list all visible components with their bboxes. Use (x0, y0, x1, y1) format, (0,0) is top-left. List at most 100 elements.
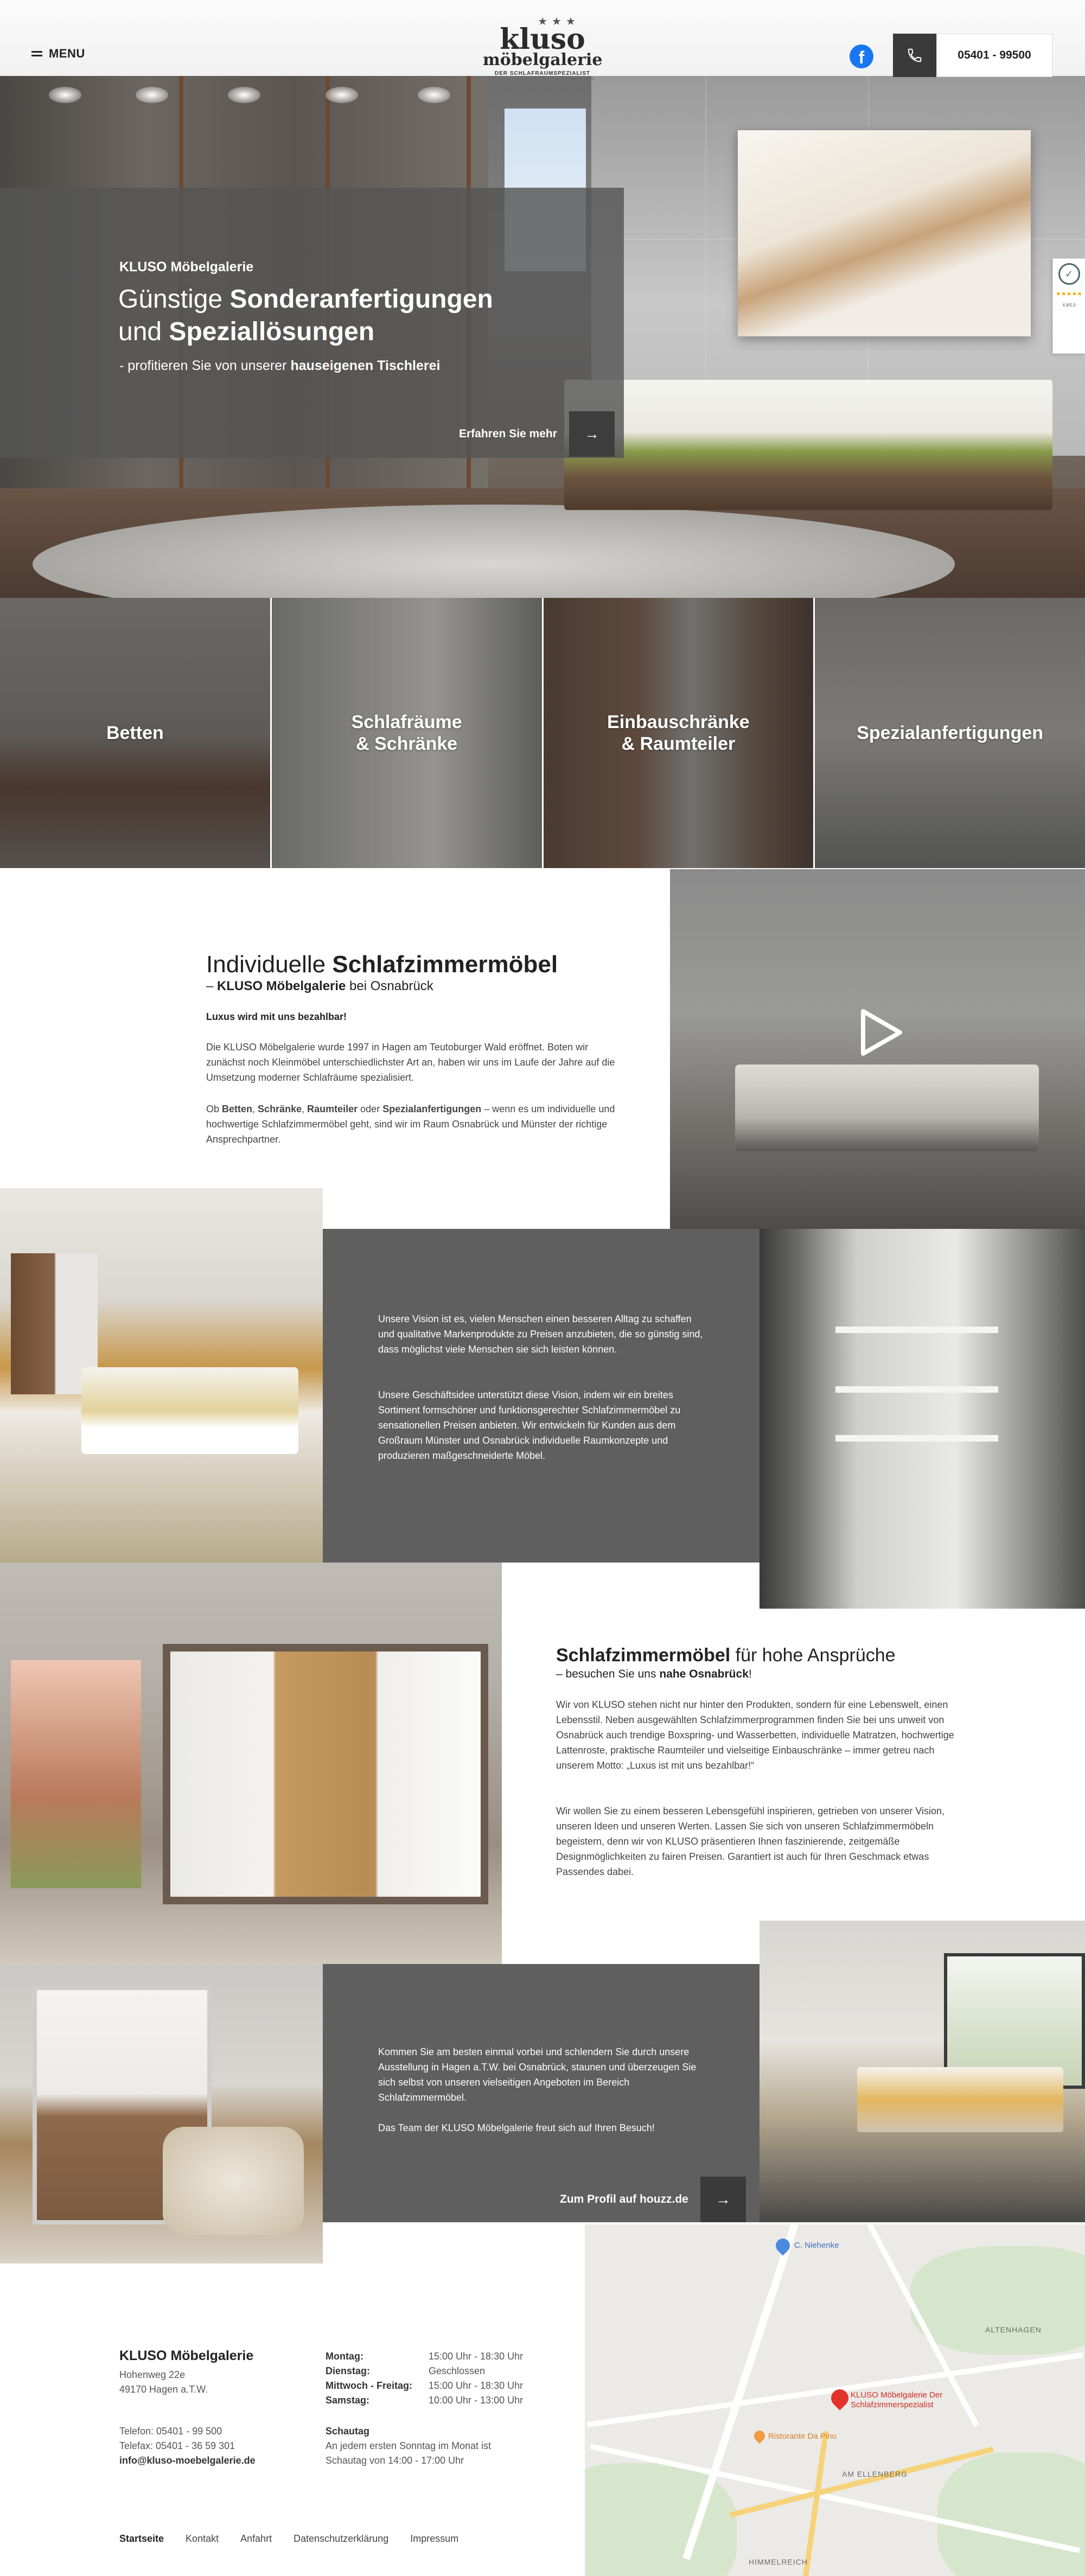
hero-bed (564, 380, 1052, 510)
site-logo[interactable]: ★★★ kluso möbelgalerie DER SCHLAFRAUMSPE… (483, 16, 602, 81)
footer-email-link[interactable]: info@kluso-moebelgalerie.de (119, 2453, 256, 2468)
footer-fax: Telefax: 05401 - 36 59 301 (119, 2440, 235, 2451)
subtitle-plain: – besuchen Sie uns (556, 1668, 660, 1680)
text-bold: Schränke (258, 1104, 302, 1114)
hero-eyebrow: KLUSO Möbelgalerie (119, 259, 254, 275)
schautag-line-2: Schautag von 14:00 - 17:00 Uhr (326, 2455, 464, 2466)
wardrobe-image (760, 1229, 1085, 1609)
category-tile-schlafraeume[interactable]: Schlafräume & Schränke (271, 598, 542, 868)
intro-title: Individuelle Schlafzimmermöbel (206, 951, 558, 979)
phone-number-link[interactable]: 05401 - 99500 (936, 34, 1052, 77)
arrow-right-icon: → (700, 2177, 746, 2222)
footer-link-impressum[interactable]: Impressum (410, 2533, 458, 2545)
category-label: Spezialanfertigungen (857, 723, 1044, 743)
play-icon[interactable] (860, 1009, 903, 1056)
footer-link-anfahrt[interactable]: Anfahrt (240, 2533, 272, 2545)
hours-day: Dienstag: (326, 2365, 371, 2376)
hours-time: 10:00 Uhr - 13:00 Uhr (429, 2395, 524, 2406)
footer-phone[interactable]: Telefon: 05401 - 99 500 (119, 2424, 256, 2439)
hours-row: Dienstag: Geschlossen (326, 2364, 523, 2379)
intro-lead: Luxus wird mit uns bezahlbar! (206, 1011, 347, 1022)
subtitle-end: ! (748, 1668, 752, 1680)
location-map[interactable]: C. Niehenke ALTENHAGEN KLUSO Möbelgaleri… (585, 2224, 1085, 2576)
menu-label: MENU (49, 47, 85, 60)
category-tile-spezialanfertigungen[interactable]: Spezialanfertigungen (815, 598, 1085, 868)
hero-wall-art (738, 130, 1031, 336)
footer-city: 49170 Hagen a.T.W. (119, 2384, 208, 2395)
menu-button[interactable]: MENU (31, 47, 85, 61)
ansprueche-paragraph-2: Wir wollen Sie zu einem besseren Lebensg… (556, 1806, 945, 1877)
category-tile-betten[interactable]: Betten (0, 598, 270, 868)
map-marker-restaurant-icon[interactable] (751, 2428, 768, 2444)
video-player[interactable] (670, 869, 1085, 1229)
site-header: MENU ★★★ kluso möbelgalerie DER SCHLAFRA… (0, 0, 1085, 81)
bedroom-image-2 (760, 1921, 1085, 2222)
hero-subtitle-bold: hauseigenen Tischlerei (290, 358, 441, 373)
category-tile-einbauschraenke[interactable]: Einbauschränke & Raumteiler (543, 598, 814, 868)
category-label: Betten (106, 723, 164, 743)
badge-stars: ★★★★★ (1055, 291, 1083, 297)
footer-nav: Startseite Kontakt Anfahrt Datenschutzer… (119, 2533, 458, 2545)
category-label: Einbauschränke & Raumteiler (607, 712, 750, 754)
houzz-profile-button[interactable]: Zum Profil auf houzz.de → (560, 2177, 746, 2222)
text-span: oder (358, 1104, 383, 1114)
visit-paragraph-1: Kommen Sie am besten einmal vorbei und s… (378, 2046, 697, 2103)
intro-title-bold: Schlafzimmermöbel (332, 951, 558, 978)
schautag-info: Schautag An jedem ersten Sonntag im Mona… (326, 2424, 491, 2468)
intro-subtitle-bold: KLUSO Möbelgalerie (217, 979, 346, 993)
badge-score: 4.8/5.0 (1062, 303, 1076, 308)
subtitle-bold: nahe Osnabrück (659, 1668, 749, 1680)
map-label-restaurant: Ristorante Da Pino (768, 2432, 837, 2441)
text-span: , (252, 1104, 258, 1114)
map-label-ellenberg: AM ELLENBERG (842, 2470, 908, 2478)
visit-paragraph-2: Das Team der KLUSO Möbelgalerie freut si… (378, 2122, 655, 2133)
rating-badge[interactable]: ✓ ★★★★★ 4.8/5.0 (1052, 258, 1085, 354)
hero-cta-label: Erfahren Sie mehr (459, 428, 557, 440)
footer-link-startseite[interactable]: Startseite (119, 2533, 164, 2545)
logo-name: kluso (500, 23, 585, 56)
hero-cta-button[interactable]: Erfahren Sie mehr → (459, 411, 615, 457)
intro-paragraph-1: Die KLUSO Möbelgalerie wurde 1997 in Hag… (206, 1042, 615, 1083)
arrow-right-icon: → (569, 411, 615, 457)
hours-time: Geschlossen (429, 2365, 486, 2376)
footer-link-kontakt[interactable]: Kontakt (186, 2533, 219, 2545)
phone-icon-button[interactable] (893, 34, 936, 77)
intro-subtitle: – KLUSO Möbelgalerie bei Osnabrück (206, 979, 433, 994)
schautag-title: Schautag (326, 2426, 370, 2437)
bedroom-image-1 (0, 1188, 323, 1563)
footer-contact: Telefon: 05401 - 99 500 Telefax: 05401 -… (119, 2424, 256, 2468)
hours-row: Mittwoch - Freitag: 15:00 Uhr - 18:30 Uhr (326, 2379, 523, 2393)
sliding-wardrobe-image (0, 1563, 502, 1964)
section-subtitle-ansprueche: – besuchen Sie uns nahe Osnabrück! (556, 1668, 752, 1681)
hamburger-icon (31, 50, 42, 58)
ansprueche-paragraph-1: Wir von KLUSO stehen nicht nur hinter de… (556, 1699, 954, 1771)
phone-icon (908, 48, 922, 62)
hours-row: Montag: 15:00 Uhr - 18:30 Uhr (326, 2349, 523, 2364)
intro-paragraph-2: Ob Betten, Schränke, Raumteiler oder Spe… (206, 1101, 618, 1147)
hero-subtitle: - profitieren Sie von unserer hauseigene… (119, 358, 440, 374)
hours-row: Samstag: 10:00 Uhr - 13:00 Uhr (326, 2393, 523, 2408)
hours-day: Mittwoch - Freitag: (326, 2380, 412, 2391)
logo-subname: möbelgalerie (483, 50, 603, 69)
video-thumbnail-bed (735, 1064, 1039, 1151)
footer-link-datenschutz[interactable]: Datenschutzerklärung (293, 2533, 388, 2545)
logo-tagline: DER SCHLAFRAUMSPEZIALIST (494, 71, 591, 76)
hero-title: Günstige Sonderanfertigungen und Spezial… (118, 283, 493, 348)
text-span: , (302, 1104, 308, 1114)
text-bold: Spezialanfertigungen (382, 1104, 482, 1114)
text-bold: Raumteiler (307, 1104, 358, 1114)
hours-day: Montag: (326, 2351, 363, 2362)
logo-location: in Hagen a.T.W. (564, 76, 595, 81)
hero-title-bold-2: Speziallösungen (169, 317, 375, 346)
text-span: Ob (206, 1104, 222, 1114)
map-label-kluso: KLUSO Möbelgalerie Der Schlafzimmerspezi… (851, 2390, 943, 2409)
category-tiles: Betten Schlafräume & Schränke Einbauschr… (0, 598, 1085, 868)
intro-title-plain: Individuelle (206, 951, 333, 978)
trust-seal-icon: ✓ (1058, 263, 1080, 285)
hero-title-plain-2: und (118, 317, 169, 346)
intro-subtitle-dash: – (206, 979, 218, 993)
section-title-plain: für hohe Ansprüche (730, 1645, 896, 1666)
category-label: Schlafräume & Schränke (351, 712, 462, 754)
vision-paragraph-2: Unsere Geschäftsidee unterstützt diese V… (378, 1389, 681, 1461)
facebook-icon[interactable]: f (850, 44, 873, 68)
